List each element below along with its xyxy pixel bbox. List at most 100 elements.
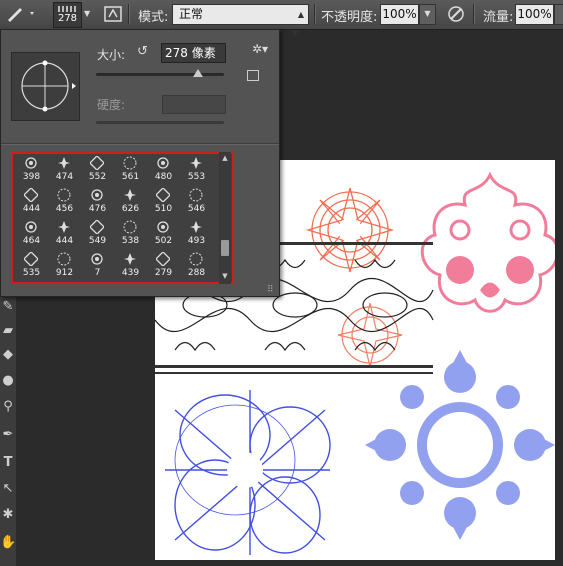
blur-tool-icon[interactable]: ●: [0, 371, 16, 391]
brush-angle-preview[interactable]: [11, 52, 80, 121]
options-bar: 278 ▼ 模式: 正常 ▲ ▼ 不透明度: 100% ▼ 流量: 100%: [0, 0, 563, 38]
brush-size-number: 288: [187, 268, 206, 278]
eraser-tool-icon[interactable]: ▰: [0, 321, 16, 341]
blue-brush-stamp: [165, 390, 331, 555]
brush-size-number: 561: [121, 172, 140, 182]
brush-size-number: 279: [154, 268, 173, 278]
brush-tip-icon: [123, 220, 137, 234]
brush-size-number: 912: [55, 268, 74, 278]
size-label: 大小:: [97, 48, 126, 62]
brush-preset-item[interactable]: 279: [147, 250, 180, 282]
brush-list-scrollbar[interactable]: ▲ ▼: [219, 152, 231, 284]
brush-preset-item[interactable]: 535: [15, 250, 48, 282]
brush-presets-list: 398 474 552 561 480 553 444 456 476 626 510 546 464 4…: [11, 152, 234, 284]
brush-size-number: 480: [154, 172, 173, 182]
brush-preset-item[interactable]: 464: [15, 218, 48, 250]
brush-tool-icon[interactable]: ✎: [0, 297, 16, 317]
brush-size-number: 464: [22, 236, 41, 246]
opacity-dropdown-button[interactable]: ▼: [419, 4, 436, 25]
brush-tip-icon: [189, 220, 203, 234]
brush-preset-item[interactable]: 474: [48, 154, 81, 186]
brush-tip-icon: [156, 156, 170, 170]
brush-tip-icon: [90, 188, 104, 202]
size-slider[interactable]: [96, 73, 224, 76]
brush-tip-icon: [123, 156, 137, 170]
brush-preset-item[interactable]: 912: [48, 250, 81, 282]
updown-arrow-icon: ▲ ▼: [291, 10, 304, 38]
brush-size-number: 626: [121, 204, 140, 214]
scrollbar-thumb[interactable]: [221, 240, 229, 256]
toggle-brush-panel-icon[interactable]: [103, 4, 123, 24]
brush-tip-icon: [57, 188, 71, 202]
brush-preset-item[interactable]: 398: [15, 154, 48, 186]
brush-size-number: 535: [22, 268, 41, 278]
brush-preset-item[interactable]: 561: [114, 154, 147, 186]
brush-tip-icon: [57, 220, 71, 234]
brush-preset-picker[interactable]: 278: [53, 2, 82, 28]
brush-size-number: 456: [55, 204, 74, 214]
brush-preset-item[interactable]: 549: [81, 218, 114, 250]
brush-preset-item[interactable]: 7: [81, 250, 114, 282]
brush-tip-icon: [189, 188, 203, 202]
new-preset-icon[interactable]: [247, 70, 259, 81]
brush-tip-icon: [89, 155, 105, 171]
brush-preset-item[interactable]: 553: [180, 154, 213, 186]
brush-tool-icon[interactable]: [4, 4, 38, 24]
brush-tip-icon: [155, 187, 171, 203]
brush-preset-item[interactable]: 480: [147, 154, 180, 186]
brush-size-number: 510: [154, 204, 173, 214]
brush-picker-dropdown-icon[interactable]: ▼: [84, 9, 90, 18]
flow-dropdown-button[interactable]: [554, 4, 563, 25]
path-select-icon[interactable]: ↖: [0, 479, 16, 499]
brush-size-number: 474: [55, 172, 74, 182]
brush-preset-item[interactable]: 439: [114, 250, 147, 282]
brush-preset-item[interactable]: 456: [48, 186, 81, 218]
opacity-label: 不透明度:: [321, 10, 378, 25]
resize-grip-icon[interactable]: ⠿: [267, 285, 274, 295]
reset-size-icon[interactable]: ↺: [137, 45, 151, 59]
brush-preset-item[interactable]: 444: [15, 186, 48, 218]
brush-tip-icon: [24, 220, 38, 234]
brush-size-number: 552: [88, 172, 107, 182]
pink-brush-stamp: [420, 171, 555, 313]
brush-preset-item[interactable]: 538: [114, 218, 147, 250]
brush-size-number: 549: [88, 236, 107, 246]
brush-tip-icon: [155, 251, 171, 267]
brush-tip-icon: [23, 187, 39, 203]
brush-tip-icon: [123, 252, 137, 266]
type-tool-icon[interactable]: T: [0, 453, 16, 473]
shape-tool-icon[interactable]: ✱: [0, 505, 16, 525]
brush-preset-item[interactable]: 626: [114, 186, 147, 218]
opacity-input[interactable]: 100%: [380, 4, 419, 25]
brush-preset-item[interactable]: 444: [48, 218, 81, 250]
brush-preset-item[interactable]: 552: [81, 154, 114, 186]
brush-preset-item[interactable]: 476: [81, 186, 114, 218]
pressure-opacity-icon[interactable]: [446, 4, 466, 24]
brush-tip-icon: [189, 252, 203, 266]
hardness-label: 硬度:: [97, 98, 126, 112]
brush-size-number: 476: [88, 204, 107, 214]
brush-tip-icon: [24, 156, 38, 170]
brush-tip-icon: [23, 251, 39, 267]
brush-preset-item[interactable]: 493: [180, 218, 213, 250]
scroll-down-icon[interactable]: ▼: [219, 272, 231, 282]
flow-input[interactable]: 100%: [515, 4, 554, 25]
brush-preset-item[interactable]: 502: [147, 218, 180, 250]
scroll-up-icon[interactable]: ▲: [219, 154, 231, 164]
brush-tip-icon: [57, 156, 71, 170]
hand-tool-icon[interactable]: ✋: [0, 533, 16, 553]
pen-tool-icon[interactable]: ✒: [0, 425, 16, 445]
paint-bucket-icon[interactable]: ◆: [0, 345, 16, 365]
brush-preset-item[interactable]: 546: [180, 186, 213, 218]
size-input[interactable]: 278 像素: [161, 43, 226, 63]
dodge-tool-icon[interactable]: ⚲: [0, 397, 16, 417]
brush-tip-icon: [57, 252, 71, 266]
blend-mode-select[interactable]: 正常 ▲ ▼: [172, 4, 309, 38]
brush-size-readout: 278: [57, 13, 78, 24]
size-slider-knob[interactable]: [193, 69, 204, 77]
hardness-slider: [96, 121, 224, 124]
brush-preset-item[interactable]: 510: [147, 186, 180, 218]
gear-icon[interactable]: ✲▾: [252, 42, 268, 56]
brush-preset-item[interactable]: 288: [180, 250, 213, 282]
brush-tip-icon: [123, 188, 137, 202]
